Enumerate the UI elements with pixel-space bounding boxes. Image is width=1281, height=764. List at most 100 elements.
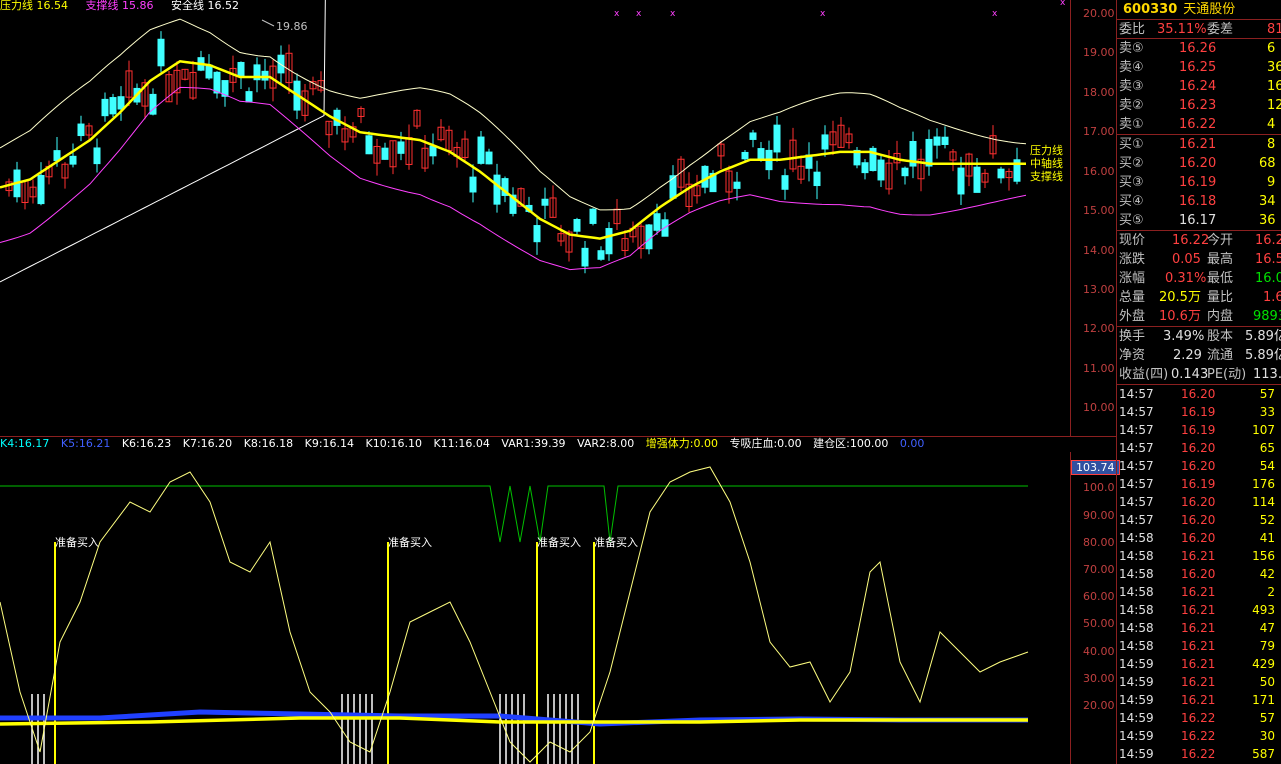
candle-body: [941, 136, 949, 145]
sell-row: 卖④16.2536: [1119, 60, 1281, 75]
legend-item: K11:16.04: [433, 437, 490, 450]
tick-time: 14:59: [1119, 711, 1154, 725]
stock-code: 600330: [1123, 2, 1178, 17]
candle-body: [493, 174, 501, 205]
tick-volume: 50: [1259, 675, 1275, 689]
candle-body: [205, 64, 213, 79]
candle-body: [653, 213, 661, 231]
quote-row: 外盘10.6万内盘9893: [1119, 309, 1281, 324]
tick-row: 14:58 16.21 47: [1117, 619, 1281, 637]
legend-item: K8:16.18: [243, 437, 294, 450]
buy-row: 买⑤ 16.17 36: [1119, 213, 1276, 228]
candle-body: [101, 98, 109, 117]
label-mid-line: 中轴线: [1030, 156, 1063, 170]
candle-body: [117, 96, 125, 110]
tick-row: 14:59 16.22 30: [1117, 727, 1281, 745]
ind-tick: 100.0: [1083, 481, 1115, 494]
candle-body: [469, 176, 477, 193]
price-tick: 19.00: [1083, 46, 1115, 59]
indicator-chart[interactable]: 准备买入 准备买入 准备买入 准备买入: [0, 452, 1070, 764]
ind-tick: 60.00: [1083, 590, 1115, 603]
candlestick-chart[interactable]: 19.86 压力线 中轴线 支撑线 x x x x x x: [0, 0, 1070, 436]
tick-volume: 429: [1252, 657, 1275, 671]
candle-body: [773, 124, 781, 153]
tick-time: 14:58: [1119, 603, 1154, 617]
tick-list[interactable]: 14:57 16.20 57 14:57 16.19 33 14:57 16.19 107 14:…: [1117, 385, 1281, 763]
tick-price: 16.21: [1181, 585, 1216, 599]
price-tick: 13.00: [1083, 283, 1115, 296]
tick-row: 14:59 16.21 429: [1117, 655, 1281, 673]
tick-time: 14:59: [1119, 693, 1154, 707]
tick-volume: 42: [1259, 567, 1275, 581]
buy-signals: 准备买入 准备买入 准备买入 准备买入: [54, 535, 638, 764]
ind-tick: 40.00: [1083, 645, 1115, 658]
ind-tick: 20.00: [1083, 699, 1115, 712]
candle-body: [77, 123, 85, 137]
legend-pressure: 压力线 16.54: [0, 0, 68, 12]
buy-signal-label: 准备买入: [594, 535, 638, 549]
ind-tick: 50.00: [1083, 617, 1115, 630]
buy-book: 买① 16.21 8 买② 16.20 68 买③ 16.19 9 买④ 16.18 34 买⑤…: [1117, 135, 1281, 231]
sell-row: 卖②16.2312: [1119, 98, 1281, 113]
main-price-axis: 20.00 19.00 18.00 17.00 16.00 15.00 14.0…: [1070, 0, 1116, 436]
buy-signal-label: 准备买入: [388, 535, 432, 549]
candle-body: [477, 136, 485, 164]
candle-body: [645, 224, 653, 250]
sell-row: 卖⑤ 16.26 6: [1119, 41, 1276, 56]
tick-row: 14:58 16.20 41: [1117, 529, 1281, 547]
quote-summary: 现价16.22今开16.2 涨跌0.05最高16.5 涨幅0.31%最低16.0…: [1117, 231, 1281, 327]
tick-time: 14:58: [1119, 531, 1154, 545]
tick-price: 16.21: [1181, 675, 1216, 689]
quote-row: 涨跌0.05最高16.5: [1119, 252, 1281, 267]
tick-volume: 171: [1252, 693, 1275, 707]
tick-row: 14:57 16.20 114: [1117, 493, 1281, 511]
tick-row: 14:57 16.20 54: [1117, 457, 1281, 475]
stats-row: 净资2.29流通5.89亿: [1119, 348, 1281, 363]
candle-body: [69, 155, 77, 165]
tick-time: 14:58: [1119, 585, 1154, 599]
tick-row: 14:57 16.20 65: [1117, 439, 1281, 457]
legend-item: 专吸庄血:0.00: [729, 437, 802, 450]
tick-price: 16.20: [1181, 495, 1216, 509]
candle-body: [821, 134, 829, 150]
candle-body: [813, 171, 821, 187]
buy-signal-label: 准备买入: [537, 535, 581, 549]
price-tick: 18.00: [1083, 86, 1115, 99]
tick-price: 16.21: [1181, 549, 1216, 563]
weibi-row: 委比 35.11% 委差 81: [1117, 20, 1281, 39]
tick-volume: 587: [1252, 747, 1275, 761]
tick-price: 16.20: [1181, 531, 1216, 545]
tick-time: 14:59: [1119, 747, 1154, 761]
tick-row: 14:59 16.21 171: [1117, 691, 1281, 709]
tick-time: 14:57: [1119, 387, 1154, 401]
tick-volume: 54: [1259, 459, 1275, 473]
candle-body: [733, 181, 741, 189]
candle-body: [581, 247, 589, 267]
candle-body: [597, 250, 605, 260]
stock-title[interactable]: 600330 天通股份: [1117, 0, 1281, 20]
peak-label: 19.86: [276, 20, 308, 33]
tick-row: 14:57 16.20 52: [1117, 511, 1281, 529]
tick-time: 14:57: [1119, 405, 1154, 419]
legend-item: K6:16.23: [121, 437, 172, 450]
quote-row: 现价16.22今开16.2: [1119, 233, 1281, 248]
tick-volume: 33: [1259, 405, 1275, 419]
candle-body: [997, 168, 1005, 179]
tick-time: 14:57: [1119, 495, 1154, 509]
tick-price: 16.20: [1181, 567, 1216, 581]
buy-row: 买③ 16.19 9: [1119, 175, 1276, 190]
candle-body: [957, 167, 965, 195]
stats-row: 收益(四) 0.143 PE(动) 113.: [1119, 367, 1281, 382]
tick-row: 14:59 16.21 50: [1117, 673, 1281, 691]
tick-price: 16.20: [1181, 387, 1216, 401]
candle-body: [429, 145, 437, 157]
candle-body: [781, 175, 789, 190]
label-pressure-line: 压力线: [1030, 143, 1063, 157]
buy-row: 买① 16.21 8: [1119, 137, 1276, 152]
tick-price: 16.20: [1181, 459, 1216, 473]
legend-safety: 安全线 16.52: [171, 0, 239, 12]
tick-row: 14:57 16.19 176: [1117, 475, 1281, 493]
price-tick: 16.00: [1083, 165, 1115, 178]
tick-volume: 107: [1252, 423, 1275, 437]
candle-body: [93, 147, 101, 165]
